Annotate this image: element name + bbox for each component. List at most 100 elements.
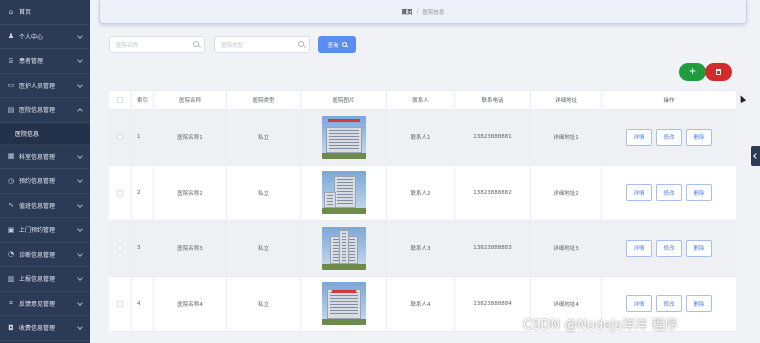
mouse-cursor-icon <box>737 94 747 103</box>
row-hospital-name: 医院名称4 <box>153 276 226 331</box>
main-content: 首页 / 医院信息 医院名称 医院类型 查询 + 索引 医院名称 医院类型 医院… <box>90 0 760 343</box>
detail-button[interactable]: 详情 <box>626 128 652 146</box>
row-hospital-type: 私立 <box>226 110 300 165</box>
delete-button[interactable]: 删除 <box>686 295 712 313</box>
sidebar-subitem-hospital-info[interactable]: 医院信息 <box>0 122 90 145</box>
detail-button[interactable]: 详情 <box>626 239 652 257</box>
row-hospital-type: 私立 <box>226 276 300 331</box>
detail-button[interactable]: 详情 <box>626 184 652 202</box>
folder-icon: ▦ <box>7 152 15 161</box>
breadcrumb-current: 医院信息 <box>422 9 445 16</box>
sidebar-item-billing-info[interactable]: ◘ 收费信息管理 <box>0 316 90 341</box>
sidebar-item-personal-center[interactable]: ♟ 个人中心 <box>0 25 90 49</box>
table-row: 1 医院名称1 私立 联系人1 13823888881 详细地址1 详情 修改 … <box>109 110 736 166</box>
clipboard-icon: ▥ <box>7 274 15 283</box>
table-row: 2 医院名称2 私立 联系人2 13823888882 详细地址2 详情 修改 … <box>109 165 736 221</box>
row-address: 详细地址2 <box>530 165 601 220</box>
row-hospital-type: 私立 <box>226 165 300 220</box>
sidebar-item-medical-staff[interactable]: ▭ 医护人员管理 <box>0 74 90 98</box>
sidebar-item-feedback[interactable]: ⌗ 反馈意见管理 <box>0 292 90 316</box>
row-checkbox[interactable] <box>117 245 123 252</box>
delete-button[interactable]: 删除 <box>686 128 712 146</box>
sidebar-item-appointment-info[interactable]: ◷ 预约信息管理 <box>0 169 90 194</box>
header-hospital-type: 医院类型 <box>226 91 300 109</box>
row-select-cell <box>109 166 131 221</box>
row-select-cell <box>109 221 131 276</box>
row-contact: 联系人3 <box>386 221 454 276</box>
hospital-type-input[interactable]: 医院类型 <box>214 36 310 53</box>
row-checkbox[interactable] <box>117 134 123 141</box>
sidebar-item-label: 患者管理 <box>19 58 44 66</box>
pulse-icon: ∿ <box>8 201 14 210</box>
sidebar-subitem-label: 医院信息 <box>15 130 40 138</box>
row-address: 详细地址1 <box>530 110 601 165</box>
chevron-down-icon <box>77 324 83 330</box>
delete-button[interactable]: 删除 <box>686 239 712 257</box>
chevron-down-icon <box>77 152 83 159</box>
search-icon <box>193 41 199 47</box>
sidebar-item-diagnosis-info[interactable]: ◔ 诊断信息管理 <box>0 243 90 267</box>
hospital-table: 索引 医院名称 医院类型 医院图片 联系人 联系电话 详细地址 操作 1 医院名… <box>109 90 736 332</box>
row-phone: 13823888881 <box>454 110 530 165</box>
hospital-name-input[interactable]: 医院名称 <box>109 36 205 53</box>
row-actions: 详情 修改 删除 <box>601 221 736 276</box>
detail-button[interactable]: 详情 <box>626 295 652 313</box>
table-header-row: 索引 医院名称 医院类型 医院图片 联系人 联系电话 详细地址 操作 <box>109 90 736 110</box>
select-all-cell <box>109 91 131 109</box>
sidebar-item-home[interactable]: ⌂ 首页 <box>0 0 90 25</box>
plus-icon: + <box>688 67 697 77</box>
chevron-down-icon <box>77 57 83 63</box>
sidebar-item-label: 诊断信息管理 <box>19 251 56 259</box>
ticket-icon: ▭ <box>7 81 15 90</box>
sidebar-item-duty-info[interactable]: ∿ 值班信息管理 <box>0 194 90 218</box>
sidebar-item-label: 预约信息管理 <box>19 178 56 186</box>
sidebar-item-label: 上门预约管理 <box>19 227 56 235</box>
user-icon: ♟ <box>7 32 15 41</box>
sidebar-item-label: 医院信息管理 <box>19 107 56 115</box>
sidebar-item-label: 医护人员管理 <box>19 82 56 90</box>
hospital-name-placeholder: 医院名称 <box>116 42 139 49</box>
batch-delete-button[interactable] <box>705 63 732 81</box>
chevron-down-icon <box>77 299 83 306</box>
add-button[interactable]: + <box>679 63 706 81</box>
header-address: 详细地址 <box>530 91 601 109</box>
sidebar-item-label: 科室信息管理 <box>19 153 56 161</box>
chevron-down-icon <box>77 275 83 281</box>
row-checkbox[interactable] <box>117 189 123 196</box>
chevron-down-icon <box>77 250 83 257</box>
chevron-down-icon <box>77 177 83 183</box>
row-select-cell <box>109 277 131 332</box>
select-all-checkbox[interactable] <box>117 97 123 103</box>
row-select-cell <box>109 110 131 165</box>
collapse-panel-toggle[interactable] <box>751 146 760 166</box>
row-contact: 联系人4 <box>386 276 454 331</box>
header-phone: 联系电话 <box>454 91 530 109</box>
edit-button[interactable]: 修改 <box>656 239 682 257</box>
sidebar-item-hospital-info[interactable]: ▤ 医院信息管理 <box>0 98 90 123</box>
sidebar-item-patients[interactable]: ⌸ 患者管理 <box>0 49 90 74</box>
row-phone: 13823888882 <box>454 165 530 220</box>
sidebar-item-home-visit[interactable]: ▣ 上门预约管理 <box>0 218 90 243</box>
row-actions: 详情 修改 删除 <box>601 110 736 165</box>
row-checkbox[interactable] <box>117 300 123 307</box>
home-icon: ⌂ <box>8 7 14 16</box>
edit-button[interactable]: 修改 <box>656 184 682 202</box>
hospital-image <box>321 282 366 326</box>
row-image-cell <box>300 221 386 276</box>
chart-icon: ◔ <box>7 250 15 259</box>
chevron-down-icon <box>77 32 83 39</box>
row-image-cell <box>300 110 386 165</box>
chevron-up-icon <box>77 108 83 114</box>
search-button[interactable]: 查询 <box>318 36 356 53</box>
row-image-cell <box>300 165 386 220</box>
header-hospital-image: 医院图片 <box>300 91 386 109</box>
breadcrumb-home[interactable]: 首页 <box>402 8 413 16</box>
trash-icon <box>716 69 721 75</box>
sidebar-item-report-info[interactable]: ▥ 上报信息管理 <box>0 267 90 292</box>
edit-button[interactable]: 修改 <box>656 295 682 313</box>
row-image-cell <box>300 276 386 331</box>
sidebar-item-department-info[interactable]: ▦ 科室信息管理 <box>0 145 90 169</box>
edit-button[interactable]: 修改 <box>656 128 682 146</box>
delete-button[interactable]: 删除 <box>686 184 712 202</box>
watermark: CSDN @Nodejs洋洋 程序 <box>523 318 678 333</box>
